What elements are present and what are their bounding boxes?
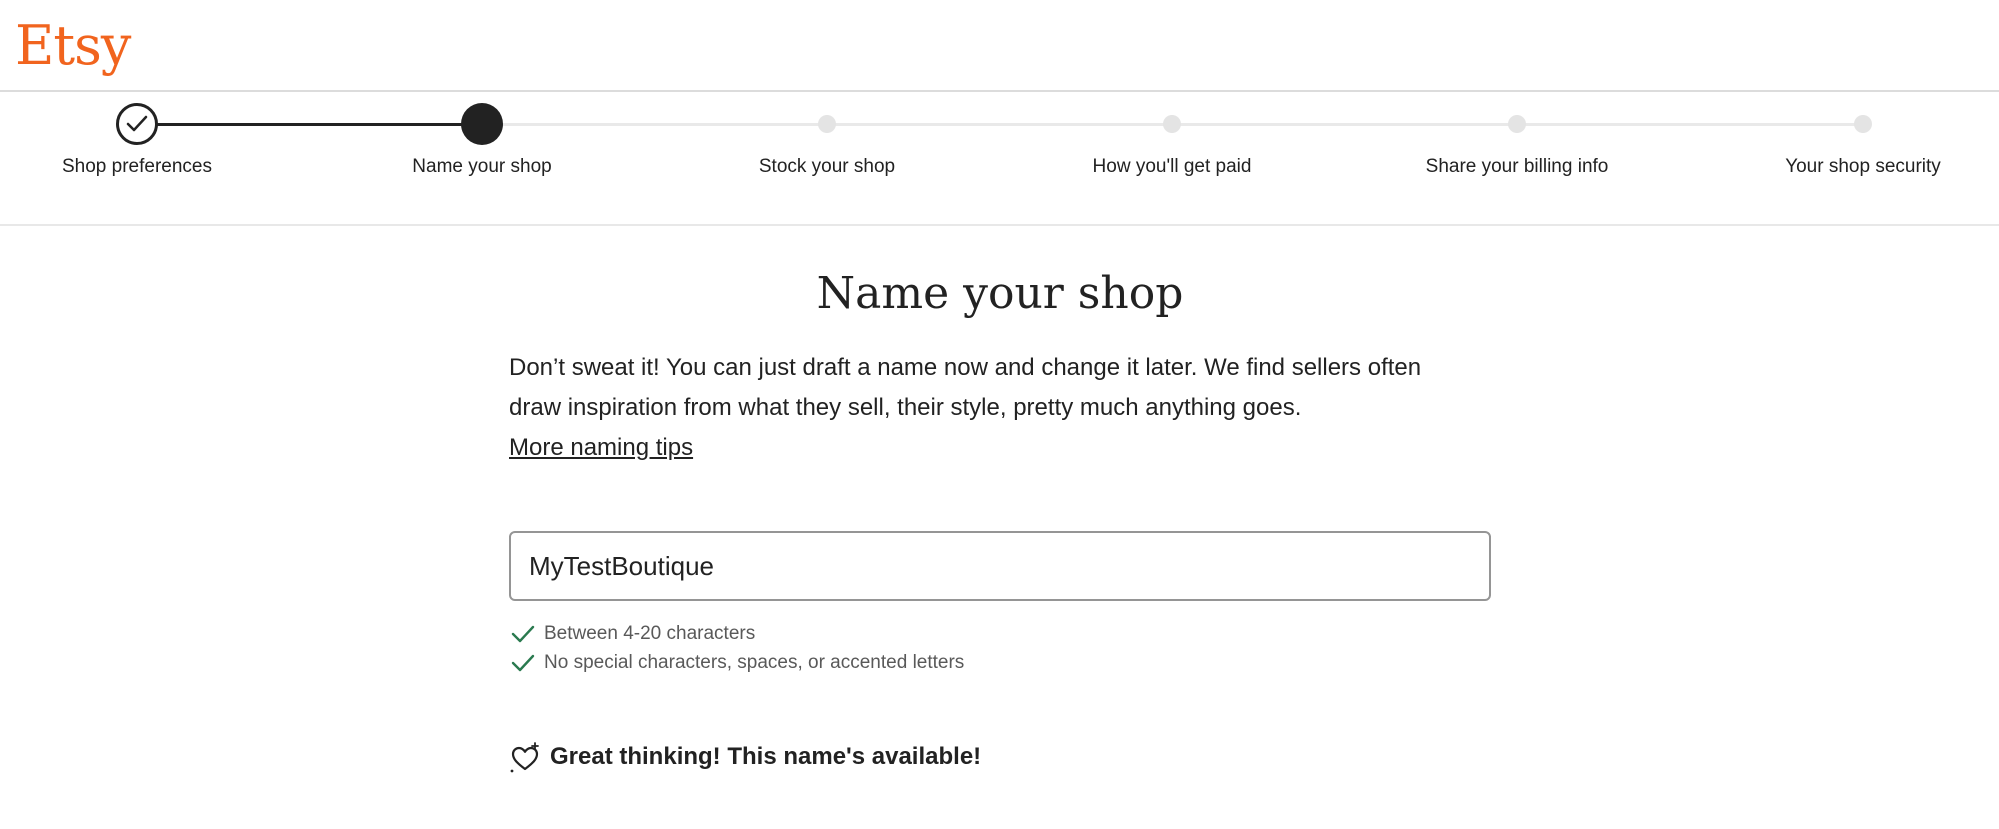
check-icon (511, 654, 535, 672)
progress-stepper: Shop preferences Name your shop Stock yo… (0, 92, 1999, 226)
description-text: Don’t sweat it! You can just draft a nam… (509, 354, 1422, 421)
step-upcoming-indicator (1854, 115, 1872, 133)
requirement-item: Between 4-20 characters (509, 619, 964, 648)
step-label: Share your billing info (1425, 156, 1609, 177)
step-upcoming-indicator (1163, 115, 1181, 133)
step-current-indicator (461, 103, 503, 145)
step-label: Stock your shop (758, 156, 896, 177)
step-upcoming-indicator (1508, 115, 1526, 133)
step-label: Your shop security (1785, 156, 1941, 177)
check-icon (126, 115, 148, 132)
step-upcoming-indicator (818, 115, 836, 133)
shop-name-input[interactable] (509, 531, 1491, 601)
step-complete-indicator (116, 103, 158, 145)
stepper-track-complete (137, 123, 482, 126)
step-label: How you'll get paid (1092, 156, 1252, 177)
header: Etsy (0, 0, 1999, 92)
step-label: Shop preferences (62, 156, 212, 177)
requirement-item: No special characters, spaces, or accent… (509, 648, 964, 677)
etsy-logo[interactable]: Etsy (15, 6, 131, 86)
name-requirements-list: Between 4-20 characters No special chara… (509, 619, 964, 677)
check-icon (511, 625, 535, 643)
requirement-text: Between 4-20 characters (544, 623, 756, 644)
heart-sparkle-icon (510, 742, 539, 773)
more-naming-tips-link[interactable]: More naming tips (509, 428, 693, 468)
step-label: Name your shop (412, 156, 552, 177)
page-title: Name your shop (816, 268, 1184, 319)
availability-message: Great thinking! This name's available! (509, 739, 981, 775)
requirement-text: No special characters, spaces, or accent… (544, 652, 965, 673)
availability-text: Great thinking! This name's available! (550, 743, 982, 770)
